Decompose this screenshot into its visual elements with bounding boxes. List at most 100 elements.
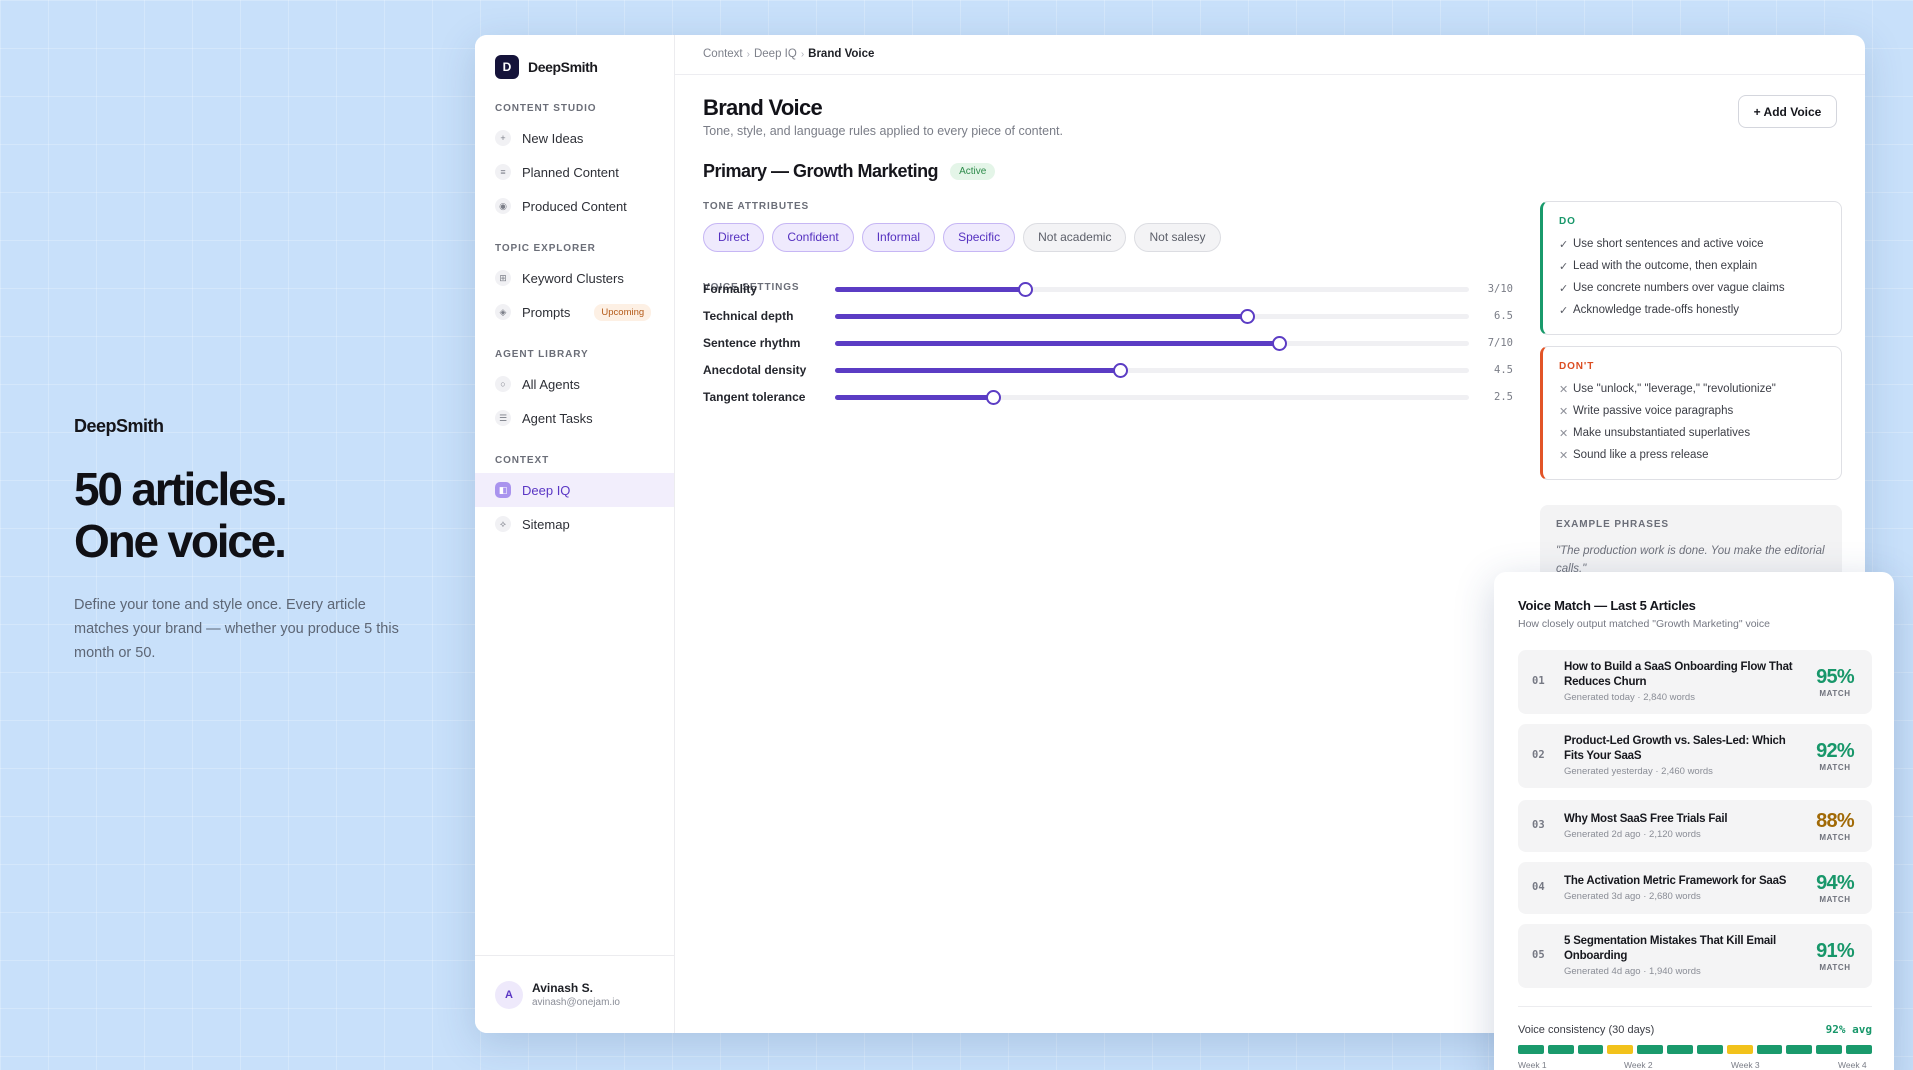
voice-name: Primary — Growth Marketing <box>703 161 939 181</box>
check-icon: ✓ <box>1559 282 1569 295</box>
check-icon: ✓ <box>1559 304 1569 317</box>
consistency-segment-good <box>1547 1045 1574 1054</box>
slider-thumb[interactable] <box>1240 308 1256 324</box>
consistency-segment-good <box>1846 1045 1872 1054</box>
slider-fill <box>834 313 1248 319</box>
sidebar-nav: CONTENT STUDIO + New Ideas ≡ Planned Content… <box>475 97 674 541</box>
sidebar-brand-name: DeepSmith <box>528 59 598 75</box>
header-divider <box>675 74 1865 75</box>
slider-track[interactable] <box>834 281 1470 297</box>
slider-track[interactable] <box>834 335 1470 351</box>
article-row[interactable]: 02 Product-Led Growth vs. Sales-Led: Whic… <box>1518 724 1872 788</box>
slider-value: 2.5 <box>1494 391 1513 403</box>
example-phrases-title: EXAMPLE PHRASES <box>1556 519 1669 530</box>
voice-match-card: Voice Match — Last 5 Articles How closel… <box>1494 572 1894 1070</box>
dont-rule-item: ✕ Make unsubstantiated superlatives <box>1559 422 1827 444</box>
article-meta: Generated 3d ago · 2,680 words <box>1564 891 1701 902</box>
dont-rules-title: DON'T <box>1559 361 1595 372</box>
tone-chip-not-academic[interactable]: Not academic <box>1023 223 1127 252</box>
article-row[interactable]: 01 How to Build a SaaS Onboarding Flow Th… <box>1518 650 1872 714</box>
slider-track[interactable] <box>834 308 1470 324</box>
sitemap-icon: ⟡ <box>495 516 511 532</box>
sidebar-section-topic-explorer: TOPIC EXPLORER ⊞ Keyword Clusters ◈ Prompts U… <box>475 237 674 329</box>
breadcrumb-separator: › <box>800 48 805 60</box>
user-profile[interactable]: A Avinash S. avinash@onejam.io <box>475 955 675 1033</box>
tone-chip-direct[interactable]: Direct <box>703 223 765 252</box>
slider-track[interactable] <box>834 389 1470 405</box>
sidebar-item-label: Sitemap <box>522 516 570 532</box>
tone-attributes-heading: TONE ATTRIBUTES <box>703 201 810 212</box>
sidebar-item-label: Agent Tasks <box>522 410 593 426</box>
sidebar-item-deep-iq[interactable]: ◧ Deep IQ <box>475 473 674 507</box>
match-percentage: 94% <box>1816 872 1854 894</box>
consistency-segment-good <box>1637 1045 1664 1054</box>
article-row[interactable]: 05 5 Segmentation Mistakes That Kill Emai… <box>1518 924 1872 988</box>
breadcrumb-item-context[interactable]: Context <box>703 48 743 60</box>
slider-fill <box>834 340 1279 346</box>
consistency-average: 92% avg <box>1825 1023 1872 1036</box>
prompts-icon: ◈ <box>495 304 511 320</box>
sidebar-brand[interactable]: D DeepSmith <box>495 55 674 79</box>
user-email: avinash@onejam.io <box>532 997 620 1008</box>
dont-rule-item: ✕ Sound like a press release <box>1559 444 1827 466</box>
match-percentage: 88% <box>1816 810 1854 832</box>
check-icon: ✓ <box>1559 238 1569 251</box>
article-row[interactable]: 04 The Activation Metric Framework for Sa… <box>1518 862 1872 914</box>
user-info: Avinash S. avinash@onejam.io <box>532 981 620 1008</box>
do-rule-text: Lead with the outcome, then explain <box>1573 260 1758 272</box>
upcoming-badge: Upcoming <box>594 303 652 321</box>
slider-value: 3/10 <box>1487 283 1513 295</box>
tone-chip-specific[interactable]: Specific <box>943 223 1016 252</box>
sidebar-item-sitemap[interactable]: ⟡ Sitemap <box>475 507 674 541</box>
sidebar-section-heading: CONTEXT <box>495 455 550 466</box>
slider-fill <box>834 394 994 400</box>
article-meta: Generated today · 2,840 words <box>1564 692 1695 703</box>
keyword-clusters-icon: ⊞ <box>495 270 511 286</box>
match-label: MATCH <box>1819 689 1851 698</box>
slider-technical-depth: Technical depth 6.5 <box>703 307 1513 325</box>
do-rules-card: DO ✓ Use short sentences and active voice… <box>1540 201 1842 335</box>
article-row[interactable]: 03 Why Most SaaS Free Trials Fail Generate… <box>1518 800 1872 852</box>
match-score: 88% MATCH <box>1810 810 1860 842</box>
match-label: MATCH <box>1819 763 1851 772</box>
match-score: 92% MATCH <box>1810 740 1860 772</box>
tone-chip-confident[interactable]: Confident <box>772 223 854 252</box>
consistency-divider <box>1518 1006 1872 1007</box>
do-rule-item: ✓ Lead with the outcome, then explain <box>1559 255 1827 277</box>
page-title: Brand Voice <box>703 95 823 120</box>
match-score: 91% MATCH <box>1810 940 1860 972</box>
do-rules-list: ✓ Use short sentences and active voice ✓ Le… <box>1559 233 1827 321</box>
slider-thumb[interactable] <box>1271 335 1287 351</box>
tone-chip-informal[interactable]: Informal <box>861 223 936 252</box>
slider-track[interactable] <box>834 362 1470 378</box>
slider-thumb[interactable] <box>1018 281 1033 297</box>
breadcrumb-item-brand-voice: Brand Voice <box>808 48 875 60</box>
slider-label: Anecdotal density <box>703 363 807 377</box>
sidebar-item-new-ideas[interactable]: + New Ideas <box>475 121 674 155</box>
week-label: Week 4 <box>1838 1060 1867 1070</box>
sidebar-item-prompts[interactable]: ◈ Prompts Upcoming <box>475 295 674 329</box>
add-voice-button[interactable]: + Add Voice <box>1738 95 1837 128</box>
match-label: MATCH <box>1819 833 1851 842</box>
sidebar-item-produced-content[interactable]: ◉ Produced Content <box>475 189 674 223</box>
dont-rule-text: Sound like a press release <box>1573 449 1709 461</box>
breadcrumb-item-deep-iq[interactable]: Deep IQ <box>754 48 797 60</box>
sidebar-item-agent-tasks[interactable]: ☰ Agent Tasks <box>475 401 674 435</box>
cross-icon: ✕ <box>1559 383 1569 396</box>
tone-chip-not-salesy[interactable]: Not salesy <box>1134 223 1221 252</box>
sidebar-item-planned-content[interactable]: ≡ Planned Content <box>475 155 674 189</box>
deep-iq-icon: ◧ <box>495 482 511 498</box>
slider-thumb[interactable] <box>1113 362 1129 378</box>
slider-thumb[interactable] <box>986 389 1002 405</box>
match-label: MATCH <box>1819 895 1851 904</box>
cross-icon: ✕ <box>1559 449 1569 462</box>
consistency-bar <box>1518 1045 1872 1054</box>
consistency-segment-warn <box>1607 1045 1634 1054</box>
sidebar-item-keyword-clusters[interactable]: ⊞ Keyword Clusters <box>475 261 674 295</box>
sidebar-item-label: New Ideas <box>522 130 584 146</box>
cross-icon: ✕ <box>1559 405 1569 418</box>
page-subtitle: Tone, style, and language rules applied … <box>703 124 1063 138</box>
sidebar-section-heading: CONTENT STUDIO <box>495 103 597 114</box>
sidebar-item-all-agents[interactable]: ○ All Agents <box>475 367 674 401</box>
dont-rules-list: ✕ Use "unlock," "leverage," "revolutioniz… <box>1559 378 1827 466</box>
